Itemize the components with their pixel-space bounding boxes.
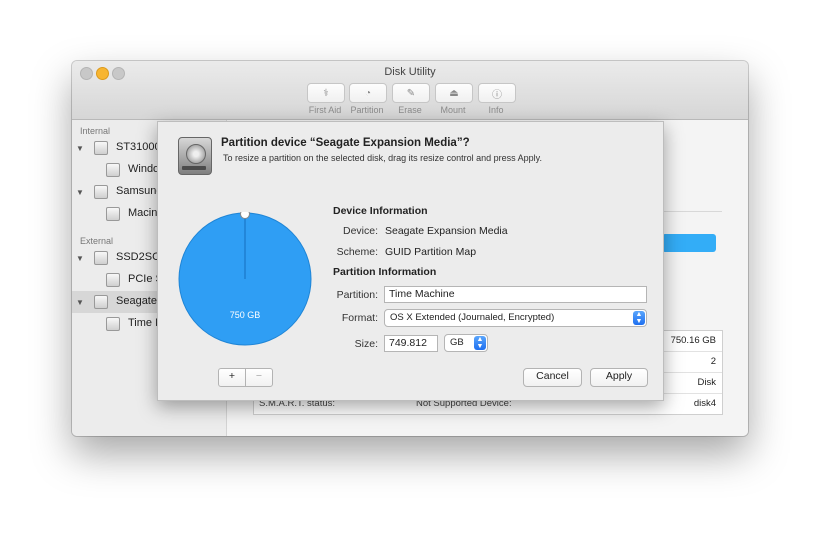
disk-icon (94, 141, 108, 155)
size-field[interactable]: 749.812 (384, 335, 438, 352)
info-value: 2 (710, 356, 716, 367)
disclosure-triangle-icon[interactable]: ▼ (76, 254, 84, 263)
erase-button[interactable]: ✎ (392, 83, 430, 103)
disk-icon (94, 251, 108, 265)
window-title: Disk Utility (384, 66, 436, 78)
sidebar-item-label: Macin (128, 207, 158, 219)
disclosure-triangle-icon[interactable]: ▼ (76, 298, 84, 307)
partition-pie-chart[interactable]: 750 GB (178, 212, 312, 346)
volume-icon (106, 273, 120, 287)
info-label: Info (488, 105, 504, 115)
dialog-title: Partition device “Seagate Expansion Medi… (221, 137, 470, 149)
sidebar-item-label: Windo (128, 163, 160, 175)
stethoscope-icon: ⚕ (323, 87, 329, 99)
sidebar-item-label: ST31000 (116, 141, 161, 153)
info-icon: ⓘ (492, 89, 502, 101)
format-popup-value: OS X Extended (Journaled, Encrypted) (390, 312, 555, 323)
divider (662, 211, 722, 212)
dialog-subtitle: To resize a partition on the selected di… (223, 153, 542, 163)
device-info-header: Device Information (333, 205, 428, 217)
disclosure-triangle-icon[interactable]: ▼ (76, 144, 84, 153)
remove-partition-button[interactable]: − (245, 368, 273, 387)
device-label: Device: (342, 225, 378, 237)
drive-slot (182, 166, 206, 170)
partition-name-field[interactable]: Time Machine (384, 286, 647, 303)
format-popup[interactable]: OS X Extended (Journaled, Encrypted) ▲ ▼ (384, 309, 647, 327)
sidebar-header-external: External (80, 236, 114, 246)
add-partition-button[interactable]: + (218, 368, 246, 387)
chevron-updown-icon: ▲ ▼ (633, 311, 645, 325)
titlebar: Disk Utility ⚕ First Aid ◔ Partition ✎ E… (72, 61, 748, 120)
size-unit-popup[interactable]: GB ▲ ▼ (444, 334, 488, 352)
info-button[interactable]: ⓘ (478, 83, 516, 103)
info-value: Disk (697, 377, 716, 388)
volume-icon (106, 207, 120, 221)
volume-icon (106, 317, 120, 331)
volume-icon (106, 163, 120, 177)
partition-info-header: Partition Information (333, 266, 437, 278)
erase-icon: ✎ (406, 87, 416, 99)
resize-handle[interactable] (240, 212, 250, 219)
partition-dialog: Partition device “Seagate Expansion Medi… (157, 121, 664, 401)
sidebar-item-label: SSD2SC (116, 251, 161, 263)
mount-icon: ⏏ (449, 87, 459, 99)
disk-icon (94, 185, 108, 199)
chevron-updown-icon: ▲ ▼ (474, 336, 486, 350)
first-aid-button[interactable]: ⚕ (307, 83, 345, 103)
format-label: Format: (341, 312, 378, 324)
partition-icon: ◔ (364, 87, 372, 99)
sidebar-header-internal: Internal (80, 126, 111, 136)
sidebar-item-label: Seagate (116, 295, 157, 307)
size-unit-value: GB (450, 337, 464, 348)
info-value: disk4 (693, 398, 716, 409)
size-label: Size: (354, 338, 378, 350)
hard-drive-icon (178, 137, 212, 175)
disc-shape (186, 144, 206, 164)
sidebar-item-label: Samsung (116, 185, 163, 197)
partition-button[interactable]: ◔ (349, 83, 387, 103)
cancel-button[interactable]: Cancel (523, 368, 582, 387)
partition-label: Partition: (336, 289, 378, 301)
apply-button[interactable]: Apply (590, 368, 648, 387)
disk-icon (94, 295, 108, 309)
scheme-value: GUID Partition Map (385, 246, 477, 258)
disclosure-triangle-icon[interactable]: ▼ (76, 188, 84, 197)
device-value: Seagate Expansion Media (385, 225, 508, 237)
mount-button[interactable]: ⏏ (435, 83, 473, 103)
scheme-label: Scheme: (336, 246, 378, 258)
info-value: 750.16 GB (670, 335, 716, 346)
pie-label: 750 GB (230, 310, 261, 320)
usage-bar (662, 234, 716, 252)
